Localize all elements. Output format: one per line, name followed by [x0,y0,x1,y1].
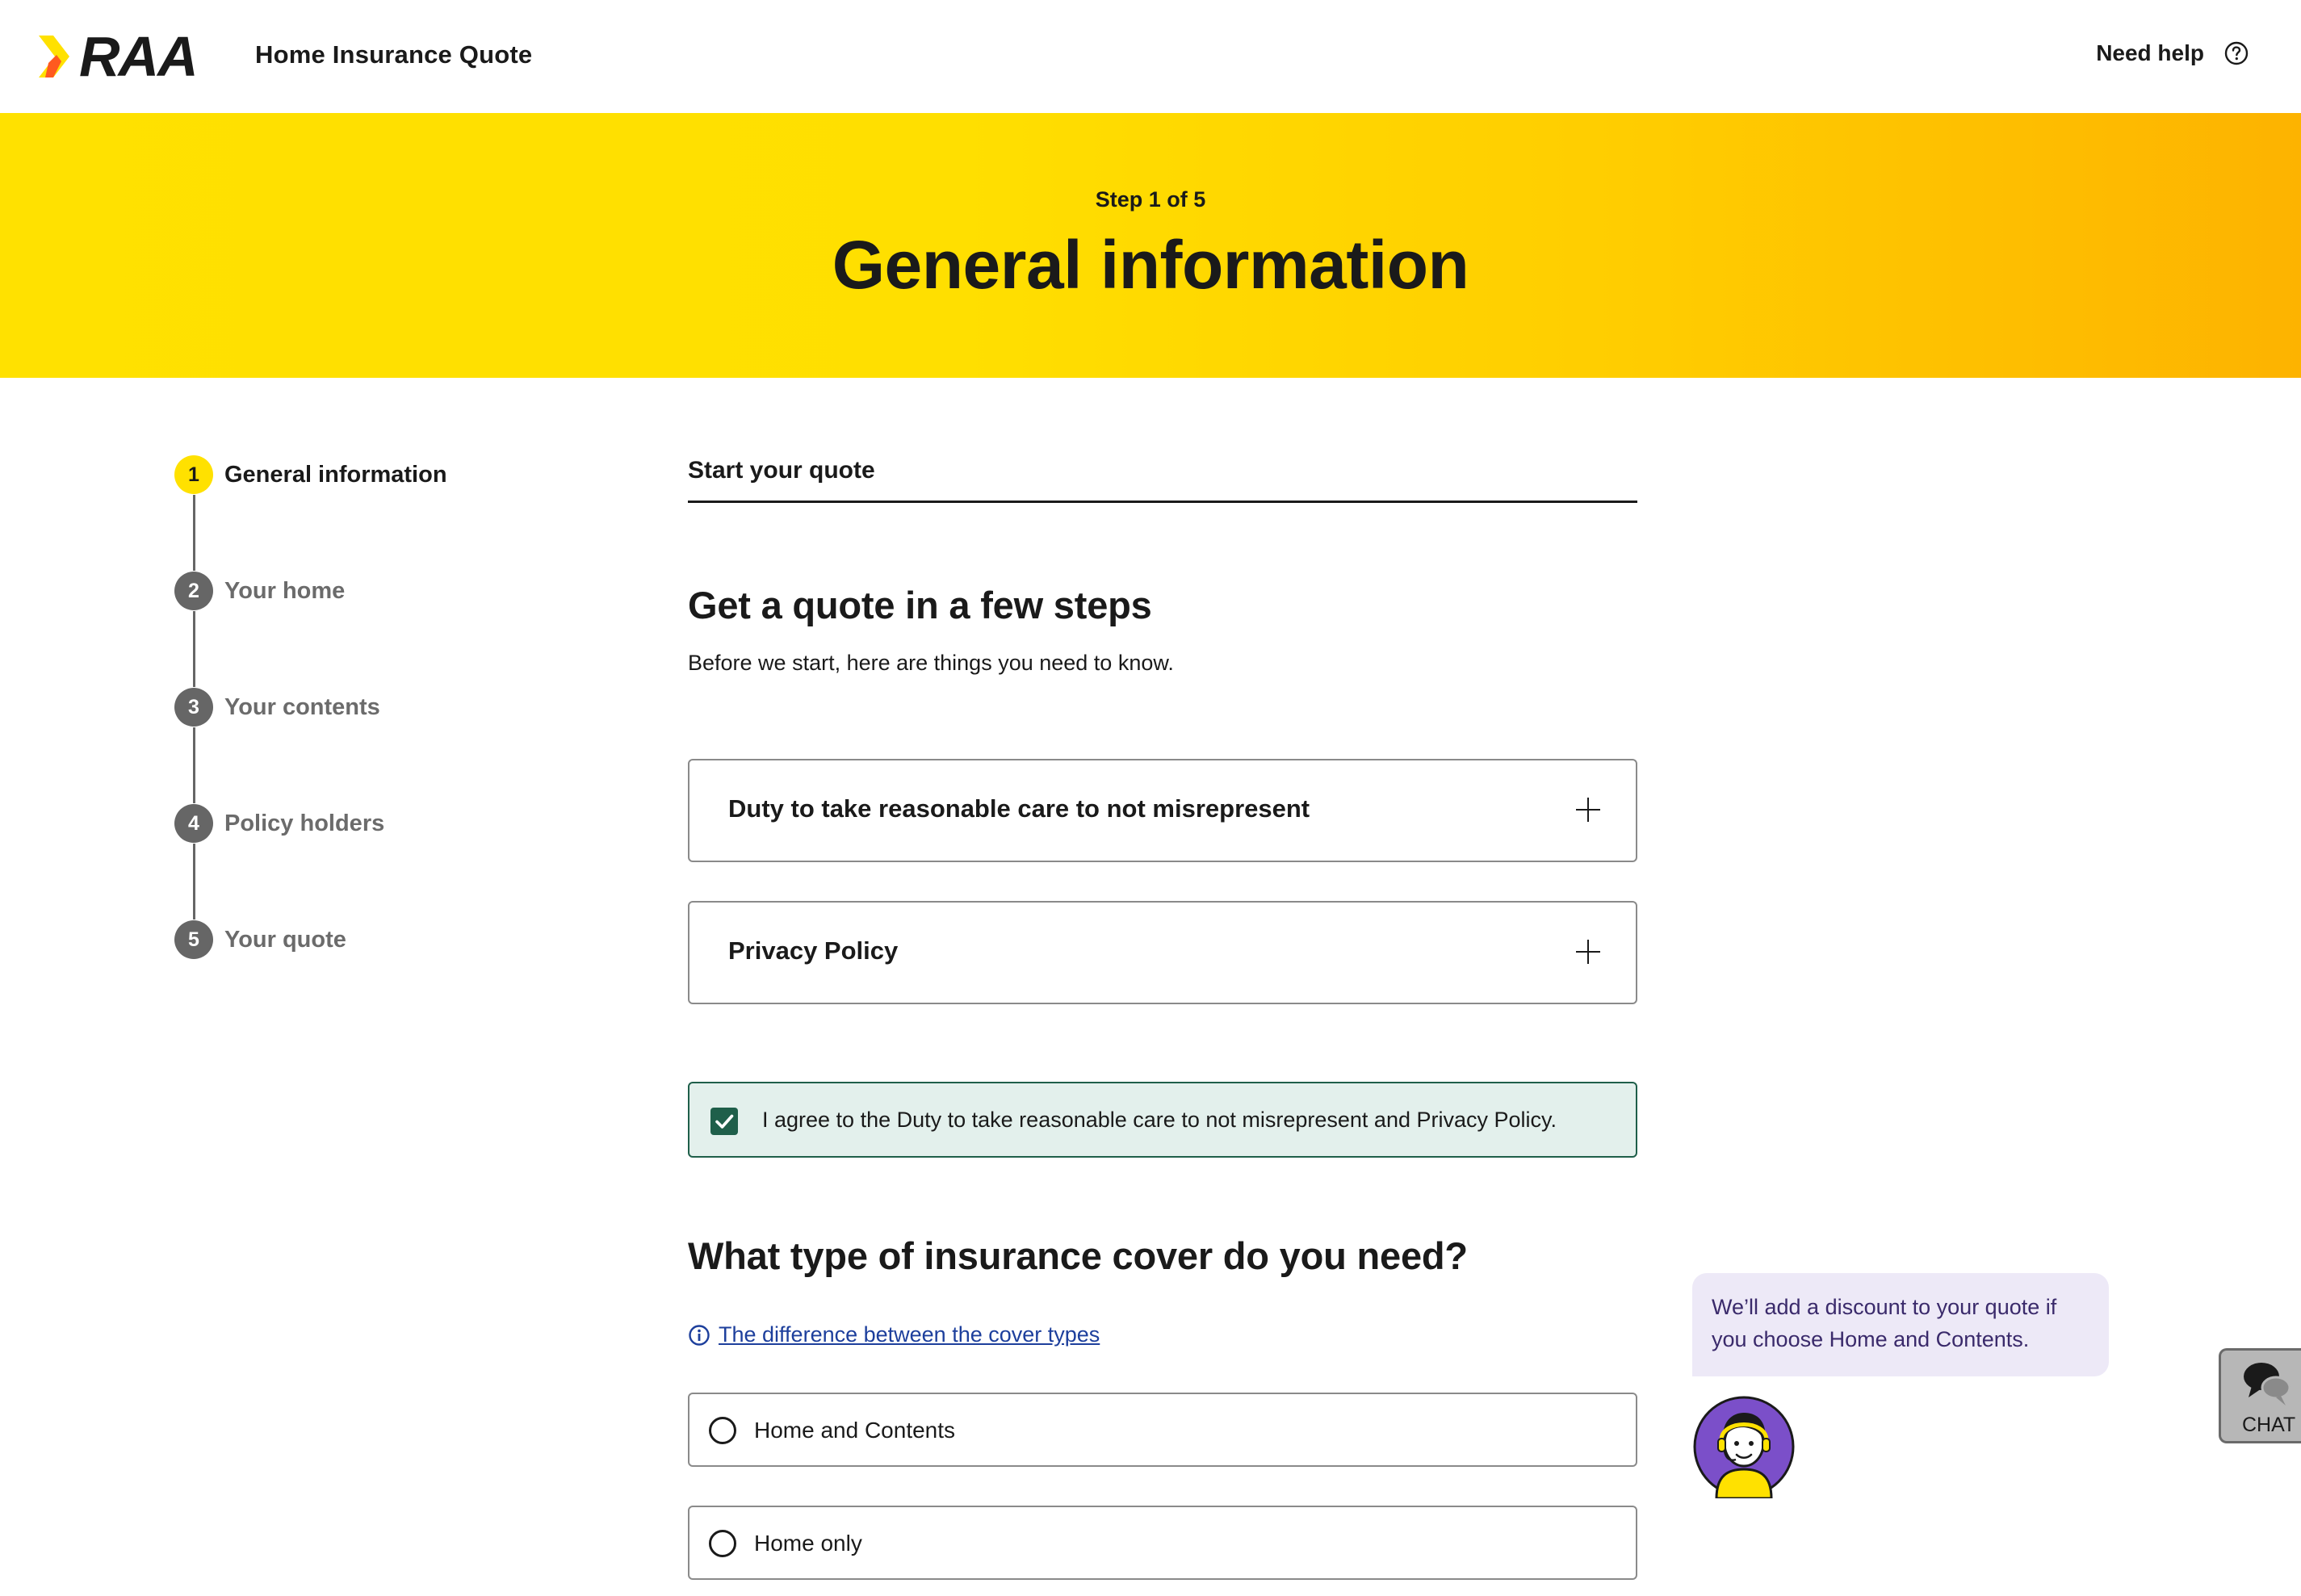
plus-icon [1576,940,1600,964]
radio-home-only[interactable]: Home only [688,1506,1637,1580]
accordion-duty-of-care[interactable]: Duty to take reasonable care to not misr… [688,759,1637,862]
info-icon [688,1324,710,1347]
stepper-connector [193,611,195,687]
radio-label: Home only [754,1531,862,1556]
assistant-avatar [1692,1395,1796,1498]
cover-type-question: What type of insurance cover do you need… [688,1234,1468,1277]
step-number: 1 [174,455,213,494]
step-number: 2 [174,572,213,610]
stepper-item-your-home: 2 Your home [174,571,345,611]
logo-text: RAA [79,31,197,82]
section-divider [688,501,1637,503]
stepper-connector [193,727,195,803]
agreement-text: I agree to the Duty to take reasonable c… [762,1108,1557,1132]
stepper-item-your-quote: 5 Your quote [174,919,346,960]
agreement-checkbox[interactable] [710,1108,738,1135]
accordion-privacy-policy[interactable]: Privacy Policy [688,901,1637,1004]
speech-bubbles-icon [2240,1359,2292,1407]
intro-text: Before we start, here are things you nee… [688,651,1174,675]
section-heading: Get a quote in a few steps [688,584,1152,626]
checkmark-icon [715,1114,734,1129]
need-help-label: Need help [2096,40,2204,65]
step-count: Step 1 of 5 [1095,187,1206,212]
accordion-title: Duty to take reasonable care to not misr… [728,794,1310,823]
stepper-connector [193,844,195,919]
support-agent-icon [1693,1396,1795,1498]
step-number: 3 [174,688,213,727]
chat-widget-button[interactable]: CHAT [2219,1348,2301,1443]
radio-label: Home and Contents [754,1418,956,1443]
step-banner: Step 1 of 5 General information [0,113,2301,378]
accordion-title: Privacy Policy [728,936,899,965]
app-title: Home Insurance Quote [255,40,533,69]
stepper-item-your-contents: 3 Your contents [174,687,380,727]
step-number: 5 [174,920,213,959]
radio-button[interactable] [709,1417,736,1444]
need-help-button[interactable]: Need help [2096,40,2249,66]
radio-home-and-contents[interactable]: Home and Contents [688,1393,1637,1467]
page-title: General information [832,227,1469,303]
step-label: Your contents [224,693,380,720]
cover-types-link-text: The difference between the cover types [719,1322,1100,1347]
step-number: 4 [174,804,213,843]
discount-tip-bubble: We’ll add a discount to your quote if yo… [1692,1273,2109,1376]
site-header: RAA Home Insurance Quote Need help [0,0,2301,113]
section-tab-start-your-quote: Start your quote [688,457,875,484]
radio-button[interactable] [709,1530,736,1557]
step-label: Your quote [224,926,346,953]
step-label: Policy holders [224,810,385,836]
raa-logo[interactable]: RAA [37,31,223,82]
chat-label: CHAT [2242,1414,2296,1436]
question-circle-icon [2223,40,2249,66]
raa-logo-mark: RAA [39,31,199,82]
plus-icon [1576,798,1600,822]
stepper-item-policy-holders: 4 Policy holders [174,803,384,844]
step-label: Your home [224,577,346,604]
stepper-connector [193,495,195,571]
stepper-item-general-information: 1 General information [174,455,447,495]
step-label: General information [224,461,447,488]
agreement-checkbox-row[interactable]: I agree to the Duty to take reasonable c… [688,1082,1637,1158]
cover-types-link[interactable]: The difference between the cover types [688,1322,1100,1347]
